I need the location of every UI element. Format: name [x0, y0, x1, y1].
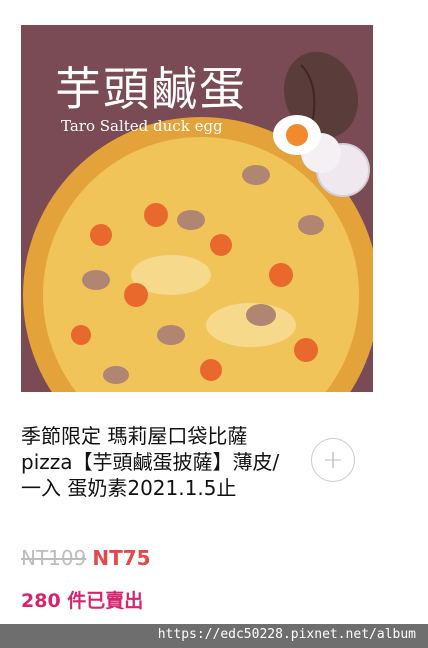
- product-image[interactable]: 芋頭鹹蛋 Taro Salted duck egg: [21, 25, 373, 392]
- product-title[interactable]: 季節限定 瑪莉屋口袋比薩pizza【芋頭鹹蛋披薩】薄皮/一入 蛋奶素2021.1…: [21, 423, 291, 501]
- sold-count: 280 件已賣出: [21, 590, 144, 612]
- price-row: NT109 NT75: [21, 546, 151, 570]
- plus-icon: +: [322, 445, 344, 475]
- sale-price: NT75: [92, 546, 151, 570]
- image-title: 芋頭鹹蛋: [55, 62, 247, 116]
- watermark-bar: https://edc50228.pixnet.net/album: [0, 624, 428, 648]
- salted-egg-icon: [273, 115, 321, 155]
- watermark-text: https://edc50228.pixnet.net/album: [157, 627, 416, 642]
- original-price: NT109: [21, 546, 87, 570]
- add-to-cart-button[interactable]: +: [311, 438, 355, 482]
- image-subtitle: Taro Salted duck egg: [61, 117, 223, 135]
